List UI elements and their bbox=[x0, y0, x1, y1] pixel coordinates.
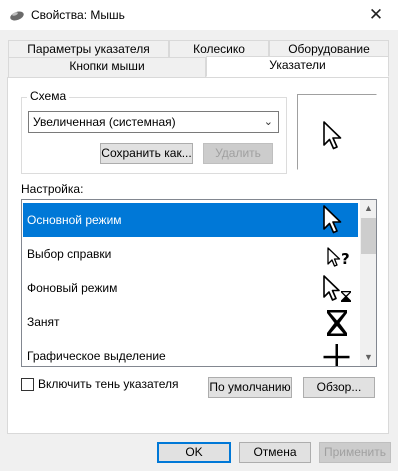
apply-button[interactable]: Применить bbox=[319, 442, 391, 463]
tab-pointers[interactable]: Указатели bbox=[206, 56, 389, 77]
shadow-checkbox-label: Включить тень указателя bbox=[38, 377, 179, 391]
tab-buttons[interactable]: Кнопки мыши bbox=[8, 57, 206, 77]
tab-hardware[interactable]: Оборудование bbox=[269, 40, 389, 57]
browse-button[interactable]: Обзор... bbox=[303, 377, 375, 398]
settings-label: Настройка: bbox=[21, 182, 84, 196]
shadow-checkbox[interactable] bbox=[21, 378, 34, 391]
working-in-background-cursor-icon bbox=[323, 275, 351, 302]
arrow-cursor-icon bbox=[323, 205, 342, 234]
scroll-thumb[interactable] bbox=[361, 218, 376, 254]
tab-wheel[interactable]: Колесико bbox=[169, 40, 269, 57]
list-item[interactable]: Графическое выделение bbox=[23, 339, 358, 366]
list-item[interactable]: Выбор справки ? bbox=[23, 237, 358, 271]
chevron-down-icon: ⌄ bbox=[263, 116, 273, 128]
list-item[interactable]: Основной режим bbox=[23, 203, 358, 237]
help-select-cursor-icon: ? bbox=[327, 247, 350, 268]
close-button[interactable]: ✕ bbox=[354, 0, 398, 30]
tab-pointer-options[interactable]: Параметры указателя bbox=[8, 40, 169, 57]
mouse-app-icon bbox=[10, 11, 24, 21]
precision-crosshair-cursor-icon bbox=[323, 344, 350, 366]
cursor-preview bbox=[297, 94, 377, 170]
scheme-group-label: Схема bbox=[27, 89, 70, 103]
close-icon: ✕ bbox=[368, 5, 384, 24]
cancel-button[interactable]: Отмена bbox=[239, 442, 311, 463]
list-scrollbar[interactable]: ▲ ▼ bbox=[360, 200, 376, 366]
use-default-button[interactable]: По умолчанию bbox=[208, 377, 292, 398]
window-title: Свойства: Мышь bbox=[31, 8, 125, 22]
scheme-selected-value: Увеличенная (системная) bbox=[33, 115, 176, 129]
list-item[interactable]: Занят bbox=[23, 305, 358, 339]
scroll-down-icon[interactable]: ▼ bbox=[360, 349, 376, 366]
delete-button[interactable]: Удалить bbox=[203, 143, 273, 164]
svg-text:?: ? bbox=[341, 250, 350, 268]
title-bar: Свойства: Мышь ✕ bbox=[0, 0, 398, 30]
cursor-list[interactable]: Основной режим Выбор справки ? Фоновый р… bbox=[21, 199, 377, 367]
arrow-cursor-icon bbox=[323, 121, 342, 150]
scheme-select[interactable]: Увеличенная (системная) ⌄ bbox=[28, 111, 279, 133]
list-item[interactable]: Фоновый режим bbox=[23, 271, 358, 305]
scroll-up-icon[interactable]: ▲ bbox=[360, 200, 376, 217]
busy-hourglass-cursor-icon bbox=[327, 310, 347, 336]
ok-button[interactable]: OK bbox=[157, 442, 231, 463]
save-as-button[interactable]: Сохранить как... bbox=[100, 143, 193, 164]
